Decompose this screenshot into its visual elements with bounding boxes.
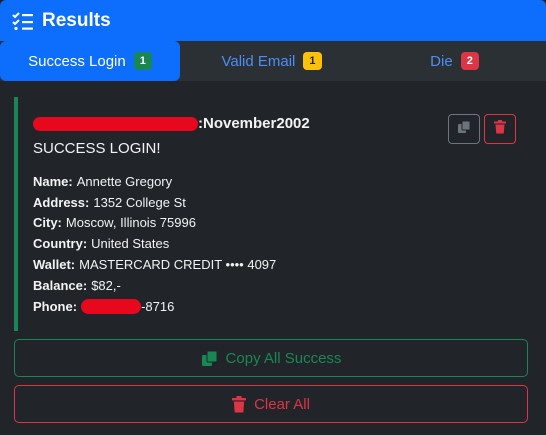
detail-value: $82,-	[91, 277, 121, 293]
tab-die[interactable]: Die 2	[363, 41, 546, 81]
trash-icon	[232, 395, 247, 413]
detail-country: Country: United States	[33, 233, 276, 254]
tab-label: Valid Email	[221, 52, 296, 70]
results-header: Results	[0, 0, 546, 41]
detail-label: City:	[33, 215, 62, 231]
detail-label: Country:	[33, 236, 88, 252]
detail-label: Wallet:	[33, 257, 76, 273]
list-check-icon	[12, 11, 34, 31]
detail-value: 1352 College St	[93, 194, 186, 210]
detail-label: Address:	[33, 194, 90, 210]
count-badge: 1	[133, 52, 152, 70]
tab-success-login[interactable]: Success Login 1	[0, 41, 180, 81]
redaction-mark	[33, 116, 198, 131]
login-status: SUCCESS LOGIN!	[33, 140, 161, 157]
result-title-suffix: :November2002	[198, 115, 310, 132]
trash-icon	[494, 119, 506, 139]
detail-value: Moscow, Illinois 75996	[65, 215, 196, 231]
detail-name: Name: Annette Gregory	[33, 171, 276, 192]
detail-value: MASTERCARD CREDIT •••• 4097	[79, 257, 277, 273]
copy-button[interactable]	[448, 114, 480, 144]
result-title: :November2002	[33, 115, 310, 132]
detail-label: Balance:	[33, 277, 88, 293]
account-details: Name: Annette Gregory Address: 1352 Coll…	[33, 171, 276, 317]
tab-label: Die	[430, 52, 453, 70]
copy-icon	[457, 120, 471, 139]
detail-balance: Balance: $82,-	[33, 275, 276, 296]
copy-all-success-button[interactable]: Copy All Success	[14, 339, 528, 377]
detail-label: Name:	[33, 173, 73, 189]
detail-value: -8716	[141, 298, 175, 314]
detail-phone: Phone: -8716	[33, 296, 276, 317]
detail-address: Address: 1352 College St	[33, 192, 276, 213]
tab-label: Success Login	[28, 52, 126, 70]
detail-value: United States	[91, 236, 170, 252]
detail-city: City: Moscow, Illinois 75996	[33, 213, 276, 234]
clear-all-button[interactable]: Clear All	[14, 385, 528, 423]
detail-label: Phone:	[33, 298, 78, 314]
detail-wallet: Wallet: MASTERCARD CREDIT •••• 4097	[33, 254, 276, 275]
count-badge: 1	[303, 52, 322, 70]
delete-button[interactable]	[484, 114, 516, 144]
result-tabs: Success Login 1 Valid Email 1 Die 2	[0, 41, 546, 81]
clear-all-label: Clear All	[254, 395, 310, 413]
copy-icon	[201, 350, 218, 367]
detail-value: Annette Gregory	[76, 173, 173, 189]
redaction-mark	[81, 298, 142, 314]
results-title: Results	[42, 9, 111, 31]
tab-valid-email[interactable]: Valid Email 1	[180, 41, 363, 81]
count-badge: 2	[460, 52, 479, 70]
copy-all-label: Copy All Success	[225, 349, 342, 367]
result-card: :November2002 SUCCESS LOGIN! Name: Annet…	[14, 97, 528, 331]
